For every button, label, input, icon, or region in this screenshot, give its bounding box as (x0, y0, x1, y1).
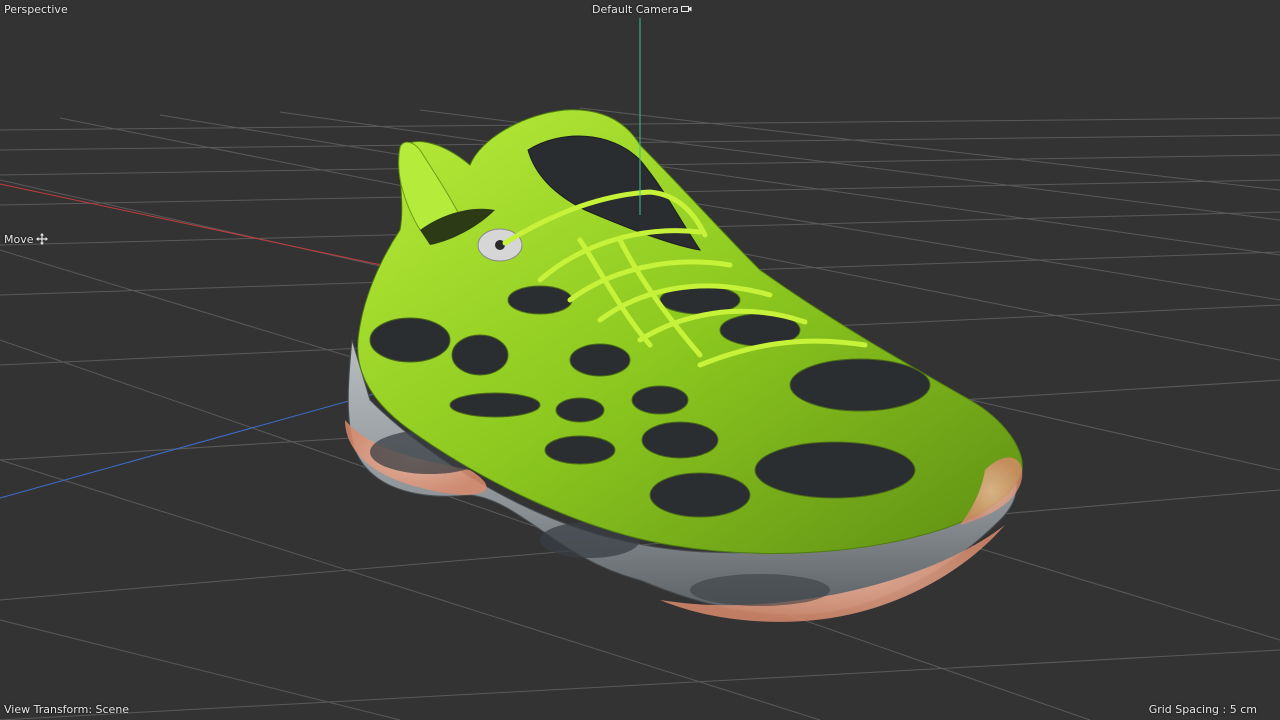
view-name-label[interactable]: Perspective (4, 3, 68, 17)
move-icon (35, 233, 48, 249)
tool-name: Move (4, 233, 34, 246)
mesh-hole (451, 334, 509, 376)
mesh-hole (449, 392, 541, 418)
camera-link-icon[interactable] (680, 4, 692, 18)
mesh-hole (641, 421, 719, 459)
camera-selector[interactable]: Default Camera (592, 3, 692, 18)
grid-line (579, 107, 1280, 191)
mesh-hole (507, 285, 573, 315)
active-tool-label: Move (4, 233, 48, 249)
grid-line (0, 649, 1280, 720)
mesh-hole (555, 397, 605, 423)
mesh-hole (631, 385, 689, 415)
scene-canvas[interactable] (0, 0, 1280, 720)
3d-viewport[interactable]: Perspective Default Camera Move View Tra… (0, 0, 1280, 720)
camera-name: Default Camera (592, 3, 679, 16)
mesh-hole (789, 358, 931, 412)
mesh-hole (369, 317, 451, 363)
mesh-hole (754, 441, 916, 499)
view-transform-label: View Transform: Scene (4, 703, 130, 716)
grid-spacing-label: Grid Spacing : 5 cm (1148, 703, 1257, 716)
mesh-hole (569, 343, 631, 377)
mesh-hole (649, 472, 751, 518)
mesh-hole (544, 435, 616, 465)
sole-shadow (690, 574, 830, 606)
